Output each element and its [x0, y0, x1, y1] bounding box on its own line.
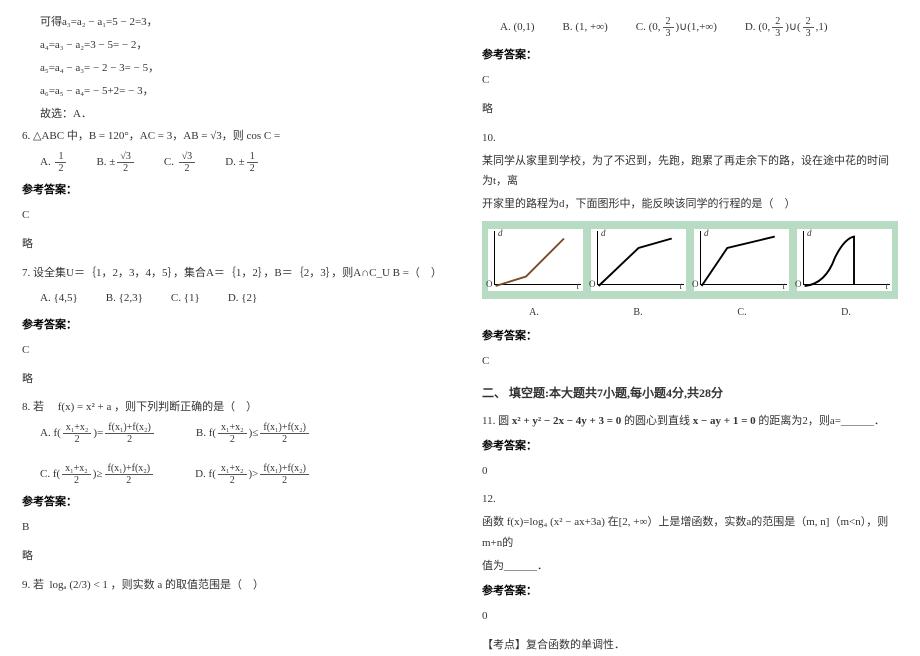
q8-fx: f(x) = x² + a [58, 401, 112, 413]
q6-text: 6. △ABC 中，B = 120°，AC = 3，AB = √3，则 cos … [22, 126, 438, 147]
q9-brief: 略 [482, 99, 898, 120]
q11-text: 11. 圆 x² + y² − 2x − 4y + 3 = 0 的圆心到直线 x… [482, 411, 898, 432]
given-step-2: a₄=a₃ − a₂=3 − 5= − 2， [22, 35, 438, 56]
q8-choice-a: A. f(x₁+x₂2)=f(x₁)+f(x₂)2 [40, 422, 156, 445]
q12-note: 【考点】复合函数的单调性． [482, 635, 898, 656]
graph-d: d t O [797, 229, 892, 291]
q10-graphs: d t O d t O d t O d t O [482, 221, 898, 299]
q6-choice-b: B. ±√32 [96, 151, 135, 174]
q9-choice-b: B. (1, +∞) [563, 17, 608, 38]
q12-answer: 0 [482, 606, 898, 627]
curve-c-icon [694, 229, 789, 296]
q7-choice-c: C. {1} [171, 288, 200, 309]
curve-d-icon [797, 229, 892, 296]
q9-expr: logₐ (2/3) < 1 [50, 579, 108, 591]
q11-answer-label: 参考答案： [482, 436, 898, 457]
q8-choices: A. f(x₁+x₂2)=f(x₁)+f(x₂)2 B. f(x₁+x₂2)≤f… [22, 422, 438, 486]
q10-text2: 开家里的路程为d，下面图形中，能反映该同学的行程的是（ ） [482, 194, 898, 215]
q10-sublabels: A. B. C. D. [482, 303, 898, 322]
q7-text: 7. 设全集U＝｛1，2，3，4，5｝，集合A＝｛1，2｝，B＝｛2，3｝，则A… [22, 263, 438, 284]
q9-answer-label: 参考答案： [482, 45, 898, 66]
q8-answer-label: 参考答案： [22, 492, 438, 513]
q12-answer-label: 参考答案： [482, 581, 898, 602]
q10-answer: C [482, 351, 898, 372]
q10-answer-label: 参考答案： [482, 326, 898, 347]
q7-choice-d: D. {2} [228, 288, 258, 309]
graph-b: d t O [591, 229, 686, 291]
q6-choice-c: C. √32 [164, 151, 197, 174]
q8-text: 8. 若 f(x) = x² + a ，则下列判断正确的是（ ） [22, 397, 438, 418]
right-column: A. (0,1) B. (1, +∞) C. (0,23)∪(1,+∞) D. … [460, 0, 920, 651]
q12-line1: 函数 f(x)=log₄ (x² − ax+3a) 在[2, +∞）上是增函数，… [482, 512, 898, 554]
left-column: 可得a₃=a₂ − a₁=5 − 2=3， a₄=a₃ − a₂=3 − 5= … [0, 0, 460, 651]
q6-choice-d: D. ±12 [225, 151, 260, 174]
q9-choices: A. (0,1) B. (1, +∞) C. (0,23)∪(1,+∞) D. … [482, 16, 898, 39]
q6-brief: 略 [22, 234, 438, 255]
q7-answer-label: 参考答案： [22, 315, 438, 336]
q7-choice-a: A. {4,5} [40, 288, 78, 309]
q10-num: 10. [482, 128, 898, 149]
q10-text1: 某同学从家里到学校，为了不迟到，先跑，跑累了再走余下的路，设在途中花的时间为t，… [482, 151, 898, 193]
graph-a: d t O [488, 229, 583, 291]
given-step-3: a₅=a₄ − a₃= − 2 − 3= − 5， [22, 58, 438, 79]
given-step-4: a₆=a₅ − a₄= − 5+2= − 3， [22, 81, 438, 102]
q7-brief: 略 [22, 369, 438, 390]
frac-sqrt3-2b-icon: √32 [179, 151, 196, 174]
curve-a-icon [488, 229, 583, 296]
q6-choice-a: A. 12 [40, 151, 68, 174]
q12-num: 12. [482, 489, 898, 510]
q9-choice-a: A. (0,1) [500, 17, 535, 38]
q8-brief: 略 [22, 546, 438, 567]
q11-answer: 0 [482, 461, 898, 482]
given-conclusion: 故选：A． [22, 104, 438, 125]
frac-sqrt3-2-icon: √32 [117, 151, 134, 174]
q7-choice-b: B. {2,3} [106, 288, 143, 309]
curve-b-icon [591, 229, 686, 296]
q9-choice-c: C. (0,23)∪(1,+∞) [636, 16, 717, 39]
q8-choice-d: D. f(x₁+x₂2)>f(x₁)+f(x₂)2 [195, 463, 311, 486]
sublabel-b: B. [586, 303, 690, 322]
q7-answer: C [22, 340, 438, 361]
q8-choice-c: C. f(x₁+x₂2)≥f(x₁)+f(x₂)2 [40, 463, 155, 486]
given-step-1: 可得a₃=a₂ − a₁=5 − 2=3， [22, 12, 438, 33]
q6-choices: A. 12 B. ±√32 C. √32 D. ±12 [22, 151, 438, 174]
sublabel-d: D. [794, 303, 898, 322]
sublabel-c: C. [690, 303, 794, 322]
graph-c: d t O [694, 229, 789, 291]
q9-text: 9. 若 logₐ (2/3) < 1 ，则实数 a 的取值范围是（ ） [22, 575, 438, 596]
q9-answer: C [482, 70, 898, 91]
frac-halfb-icon: 12 [247, 151, 258, 174]
section-2-title: 二、 填空题:本大题共7小题,每小题4分,共28分 [482, 382, 898, 405]
frac-half-icon: 12 [55, 151, 66, 174]
q8-choice-b: B. f(x₁+x₂2)≤f(x₁)+f(x₂)2 [196, 422, 311, 445]
sublabel-a: A. [482, 303, 586, 322]
q6-answer-label: 参考答案： [22, 180, 438, 201]
q12-line2: 值为______． [482, 556, 898, 577]
q8-answer: B [22, 517, 438, 538]
q7-choices: A. {4,5} B. {2,3} C. {1} D. {2} [22, 288, 438, 309]
q9-choice-d: D. (0,23)∪(23,1) [745, 16, 828, 39]
q6-answer: C [22, 205, 438, 226]
